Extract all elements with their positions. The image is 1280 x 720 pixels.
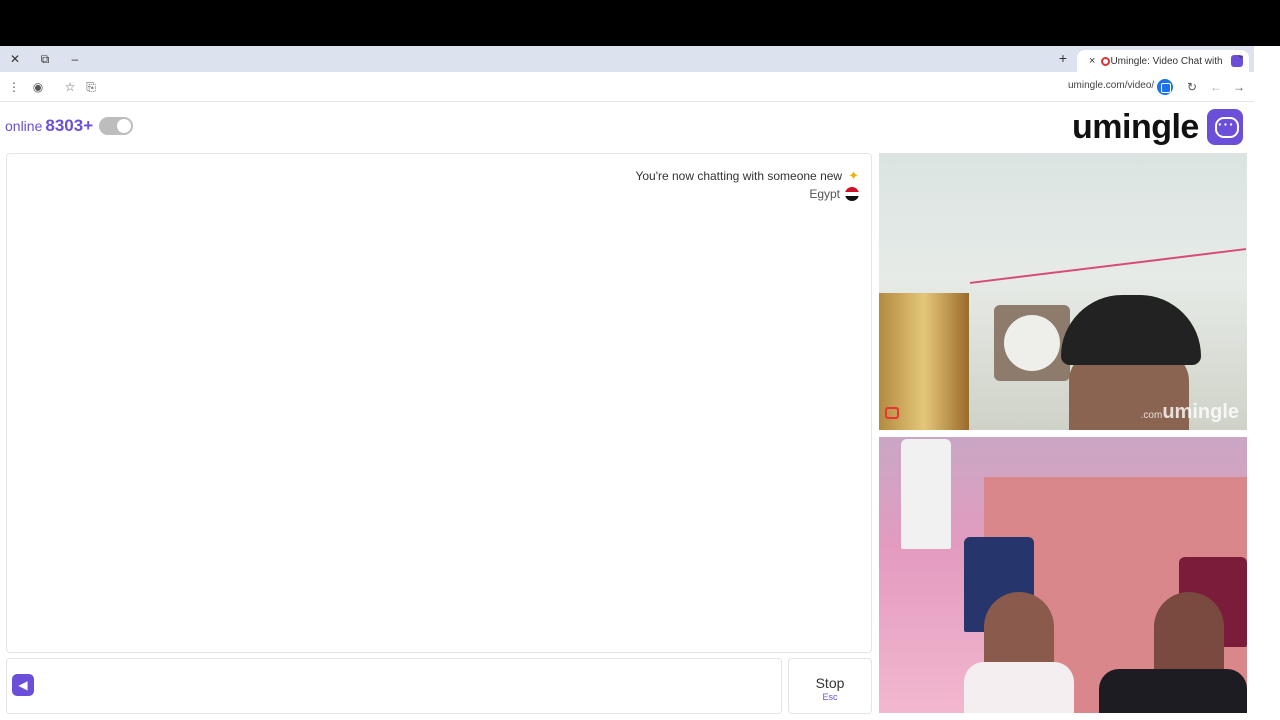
system-message-text: You're now chatting with someone new xyxy=(635,169,843,183)
bookmark-star-icon[interactable]: ☆ xyxy=(61,78,79,96)
country-name: Egypt xyxy=(809,187,840,201)
back-icon[interactable]: → xyxy=(1230,78,1248,96)
watermark-suffix: .com xyxy=(1140,410,1163,421)
profile-icon[interactable]: ◉ xyxy=(29,78,47,96)
send-button[interactable]: ◀ xyxy=(12,674,34,696)
screen-top-bar xyxy=(0,0,1280,46)
stop-button[interactable]: Stop Esc xyxy=(788,658,872,714)
watermark-brand: umingle xyxy=(1162,401,1239,423)
reload-icon[interactable]: ↻ xyxy=(1183,78,1201,96)
forward-icon[interactable]: ← xyxy=(1207,78,1225,96)
stop-label: Stop xyxy=(815,675,845,691)
online-label: online xyxy=(5,118,43,134)
new-tab-button[interactable]: + xyxy=(1053,50,1073,68)
tab-close-button[interactable]: × xyxy=(1089,55,1095,67)
bunting-decoration xyxy=(969,248,1247,284)
window-minimize-icon[interactable]: – xyxy=(60,46,90,72)
online-count: 8303+ xyxy=(45,116,94,135)
chat-bubble-icon xyxy=(1206,109,1243,145)
translate-icon[interactable]: ⎘ xyxy=(82,78,100,96)
window-close-icon[interactable]: ✕ xyxy=(0,46,30,72)
page-scrollbar[interactable] xyxy=(1254,46,1280,720)
tab-title: Umingle: Video Chat with S xyxy=(1110,55,1225,67)
window-restore-icon[interactable]: ⧉ xyxy=(30,46,60,72)
stranger-cap xyxy=(1061,295,1201,365)
online-status: online 8303+ xyxy=(5,116,134,136)
logo-wordmark: umingle xyxy=(1072,107,1199,146)
url-text[interactable]: umingle.com/video/ xyxy=(1068,80,1154,91)
wall-clock xyxy=(994,305,1070,381)
egypt-flag-icon xyxy=(845,187,859,201)
chat-log-panel: You're now chatting with someone new ✦ E… xyxy=(6,153,872,653)
browser-tab[interactable]: × Umingle: Video Chat with S xyxy=(1077,50,1249,72)
stop-shortcut-hint: Esc xyxy=(822,692,838,702)
browser-menu-icon[interactable]: ⋮ xyxy=(5,78,23,96)
self-video xyxy=(879,437,1247,713)
message-input[interactable] xyxy=(6,658,782,714)
send-icon: ◀ xyxy=(18,678,28,692)
report-flag-icon[interactable] xyxy=(885,407,899,419)
recording-indicator-icon xyxy=(1101,56,1111,66)
system-message: You're now chatting with someone new ✦ xyxy=(635,168,859,184)
stranger-country: Egypt xyxy=(809,187,859,201)
address-bar: ⋮ ◉ ☆ ⎘ umingle.com/video/ ↻ ← → xyxy=(0,72,1254,102)
stranger-video: .comumingle xyxy=(879,153,1247,430)
tab-search-chevron-icon[interactable]: ⌄ xyxy=(1232,50,1250,68)
person-left-shirt xyxy=(964,662,1074,713)
browser-tab-strip: ✕ ⧉ – + × Umingle: Video Chat with S ⌄ xyxy=(0,46,1254,72)
site-logo[interactable]: umingle xyxy=(1072,108,1243,146)
person-right-shirt xyxy=(1099,669,1247,713)
site-info-icon[interactable] xyxy=(1157,79,1173,95)
hanging-jersey xyxy=(901,439,951,549)
video-watermark: .comumingle xyxy=(1141,401,1239,424)
filter-toggle[interactable] xyxy=(99,117,134,135)
sparkle-icon: ✦ xyxy=(848,168,859,183)
